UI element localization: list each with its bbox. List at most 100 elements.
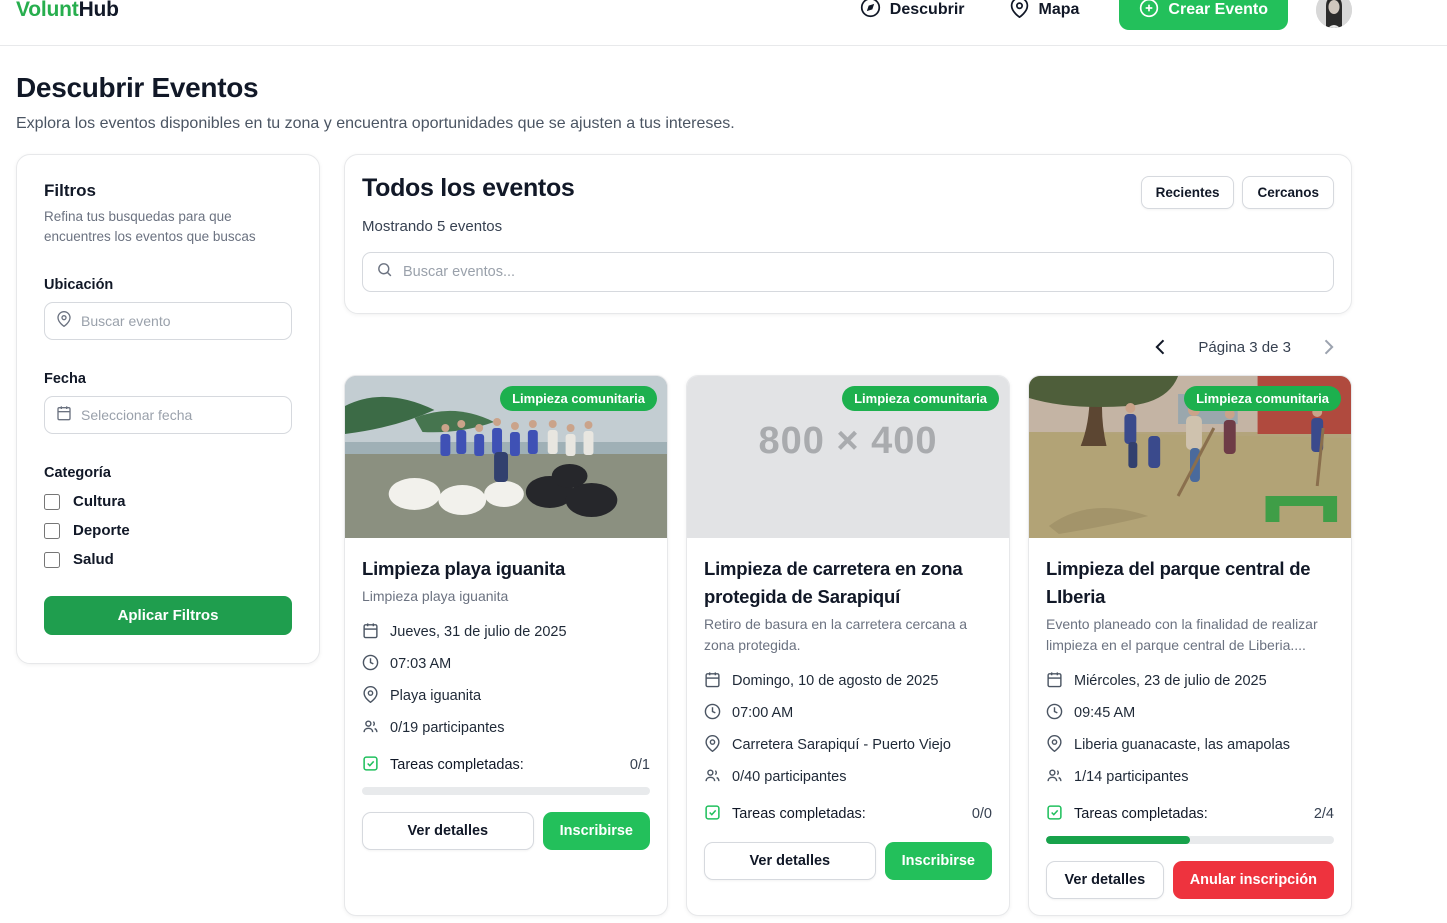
event-card-playa-iguanita: Limpieza comunitaria Limpieza playa igua…	[344, 375, 668, 916]
event-title: Limpieza del parque central de LIberia	[1046, 555, 1334, 611]
compass-icon	[860, 0, 881, 23]
date-input-wrap	[44, 396, 292, 434]
event-participants: 0/40 participantes	[732, 769, 846, 785]
enroll-button[interactable]: Inscribirse	[543, 812, 650, 850]
filters-panel: Filtros Refina tus busquedas para que en…	[16, 154, 320, 664]
location-input-wrap	[44, 302, 292, 340]
map-pin-icon	[1046, 735, 1063, 756]
event-description: Limpieza playa iguanita	[362, 586, 650, 607]
events-count-text: Mostrando 5 eventos	[362, 218, 1334, 235]
event-date: Jueves, 31 de julio de 2025	[390, 624, 567, 640]
filters-description: Refina tus busquedas para que encuentres…	[44, 207, 264, 246]
user-avatar[interactable]	[1316, 0, 1352, 28]
tasks-value: 0/0	[972, 806, 992, 822]
cancel-enrollment-button[interactable]: Anular inscripción	[1173, 861, 1334, 899]
date-input[interactable]	[81, 407, 280, 423]
top-navbar: VoluntHub Descubrir Mapa Crear Evento	[0, 0, 1447, 46]
tasks-progress-bar	[1046, 836, 1334, 844]
salud-label: Salud	[73, 551, 114, 568]
sort-recientes-button[interactable]: Recientes	[1141, 176, 1235, 209]
apply-filters-button[interactable]: Aplicar Filtros	[44, 596, 292, 635]
deporte-checkbox[interactable]	[44, 523, 60, 539]
event-location: Carretera Sarapiquí - Puerto Viejo	[732, 737, 951, 753]
events-title: Todos los eventos	[362, 174, 575, 203]
tasks-label: Tareas completadas:	[732, 806, 866, 822]
cultura-label: Cultura	[73, 493, 126, 510]
category-checkbox-salud[interactable]: Salud	[44, 551, 292, 568]
event-card-parque-liberia: Limpieza comunitaria Limpieza del parque…	[1028, 375, 1352, 916]
brand-logo[interactable]: VoluntHub	[16, 0, 119, 22]
create-event-button[interactable]: Crear Evento	[1119, 0, 1288, 30]
category-badge: Limpieza comunitaria	[842, 386, 999, 411]
tasks-progress-bar	[362, 787, 650, 795]
deporte-label: Deporte	[73, 522, 130, 539]
event-image-beach: Limpieza comunitaria	[345, 376, 667, 538]
search-events-input[interactable]	[403, 264, 1320, 280]
category-badge: Limpieza comunitaria	[1184, 386, 1341, 411]
users-icon	[362, 718, 379, 739]
map-pin-icon	[56, 311, 72, 332]
tasks-label: Tareas completadas:	[390, 757, 524, 773]
pagination-label: Página 3 de 3	[1198, 339, 1291, 356]
filters-title: Filtros	[44, 181, 292, 201]
events-panel: Todos los eventos Recientes Cercanos Mos…	[344, 154, 1352, 314]
event-image-park: Limpieza comunitaria	[1029, 376, 1351, 538]
brand-logo-dark: Hub	[79, 0, 119, 21]
view-details-button[interactable]: Ver detalles	[704, 842, 876, 880]
clock-icon	[362, 654, 379, 675]
search-box	[362, 252, 1334, 292]
check-square-icon	[704, 804, 721, 825]
event-description: Retiro de basura en la carretera cercana…	[704, 614, 992, 656]
event-location: Playa iguanita	[390, 688, 481, 704]
view-details-button[interactable]: Ver detalles	[1046, 861, 1164, 899]
chevron-left-icon[interactable]	[1151, 337, 1171, 357]
calendar-icon	[1046, 671, 1063, 692]
date-label: Fecha	[44, 371, 292, 387]
nav-item-descubrir[interactable]: Descubrir	[860, 0, 965, 23]
event-date: Domingo, 10 de agosto de 2025	[732, 673, 938, 689]
users-icon	[704, 767, 721, 788]
page-title: Descubrir Eventos	[16, 72, 1431, 104]
check-square-icon	[1046, 804, 1063, 825]
events-main: Todos los eventos Recientes Cercanos Mos…	[344, 154, 1352, 923]
tasks-label: Tareas completadas:	[1074, 806, 1208, 822]
nav-item-mapa-label: Mapa	[1039, 1, 1080, 19]
salud-checkbox[interactable]	[44, 552, 60, 568]
calendar-icon	[704, 671, 721, 692]
events-grid: Limpieza comunitaria Limpieza playa igua…	[344, 375, 1352, 916]
event-image-placeholder: 800 × 400 Limpieza comunitaria	[687, 376, 1009, 538]
brand-logo-green: Volunt	[16, 0, 79, 21]
event-time: 07:00 AM	[732, 705, 793, 721]
placeholder-dimensions-text: 800 × 400	[687, 420, 1009, 463]
category-badge: Limpieza comunitaria	[500, 386, 657, 411]
event-description: Evento planeado con la finalidad de real…	[1046, 614, 1334, 656]
sort-cercanos-button[interactable]: Cercanos	[1242, 176, 1334, 209]
create-event-label: Crear Evento	[1168, 1, 1268, 19]
event-title: Limpieza playa iguanita	[362, 555, 650, 583]
nav-item-descubrir-label: Descubrir	[890, 1, 965, 19]
view-details-button[interactable]: Ver detalles	[362, 812, 534, 850]
event-card-carretera-sarapiqui: 800 × 400 Limpieza comunitaria Limpieza …	[686, 375, 1010, 916]
cultura-checkbox[interactable]	[44, 494, 60, 510]
map-pin-icon	[362, 686, 379, 707]
enroll-button[interactable]: Inscribirse	[885, 842, 992, 880]
category-checkbox-deporte[interactable]: Deporte	[44, 522, 292, 539]
clock-icon	[704, 703, 721, 724]
event-title: Limpieza de carretera en zona protegida …	[704, 555, 992, 611]
page-header: Descubrir Eventos Explora los eventos di…	[16, 72, 1431, 133]
pagination: Página 3 de 3	[344, 337, 1338, 357]
event-participants: 0/19 participantes	[390, 720, 504, 736]
location-input[interactable]	[81, 313, 280, 329]
event-participants: 1/14 participantes	[1074, 769, 1188, 785]
map-pin-icon	[1009, 0, 1030, 23]
chevron-right-icon[interactable]	[1318, 337, 1338, 357]
map-pin-icon	[704, 735, 721, 756]
event-time: 09:45 AM	[1074, 705, 1135, 721]
tasks-value: 0/1	[630, 757, 650, 773]
event-time: 07:03 AM	[390, 656, 451, 672]
category-checkbox-cultura[interactable]: Cultura	[44, 493, 292, 510]
nav-item-mapa[interactable]: Mapa	[1009, 0, 1080, 23]
plus-circle-icon	[1139, 0, 1159, 23]
location-label: Ubicación	[44, 277, 292, 293]
event-location: Liberia guanacaste, las amapolas	[1074, 737, 1290, 753]
